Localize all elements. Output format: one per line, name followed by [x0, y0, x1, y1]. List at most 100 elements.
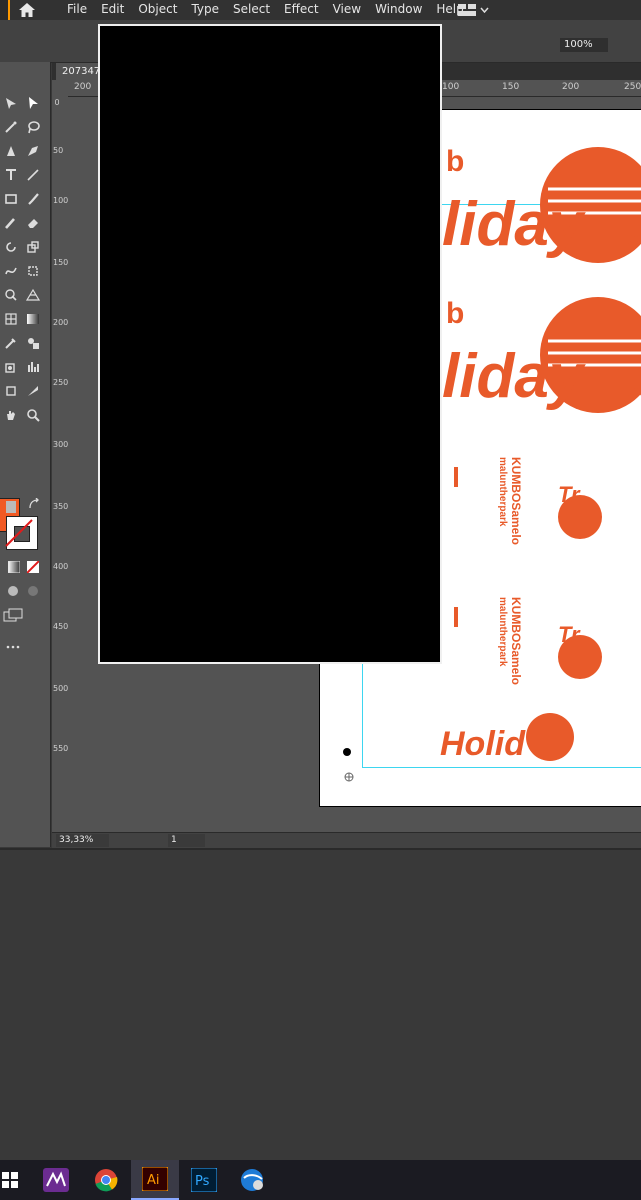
- eyedropper-tool[interactable]: [0, 332, 22, 354]
- ruler-label: 200: [562, 82, 580, 92]
- swap-fill-stroke-icon[interactable]: [28, 498, 40, 510]
- zoom-field[interactable]: 100%: [560, 38, 608, 52]
- photoshop-icon: Ps: [191, 1168, 217, 1192]
- blend-tool[interactable]: [22, 332, 44, 354]
- column-graph-icon: [28, 362, 39, 372]
- shape-builder-tool[interactable]: [0, 284, 22, 306]
- workspace-grid-icon: [458, 4, 476, 16]
- paintbrush-tool[interactable]: [22, 188, 44, 210]
- lasso-icon: [28, 121, 40, 134]
- selection-arrow-icon: [29, 97, 38, 109]
- eraser-tool[interactable]: [22, 212, 44, 234]
- ruler-corner[interactable]: [52, 80, 68, 96]
- free-transform-tool[interactable]: [22, 260, 44, 282]
- black-overlay-window[interactable]: [98, 24, 442, 664]
- logo-prefix: b: [446, 145, 464, 178]
- app-logo: [0, 0, 10, 20]
- vertical-ruler[interactable]: 0 50 100 150 200 250 300 350 400 450 500…: [52, 96, 69, 832]
- svg-text:Ps: Ps: [195, 1174, 210, 1189]
- workspace-switcher[interactable]: [458, 0, 500, 20]
- direct-selection-icon: [6, 98, 16, 109]
- taskbar-browser[interactable]: [229, 1160, 277, 1200]
- hand-icon: [7, 411, 15, 420]
- pen-tool[interactable]: [22, 140, 44, 162]
- type-tool[interactable]: [0, 164, 22, 186]
- mesh-icon: [5, 313, 17, 325]
- magic-wand-tool[interactable]: [0, 116, 22, 138]
- more-dots-icon: [6, 645, 20, 649]
- menu-bar: File Edit Object Type Select Effect View…: [0, 0, 641, 20]
- ruler-label: 500: [53, 684, 69, 693]
- artboard-icon: [6, 386, 16, 396]
- chevron-down-icon: [480, 7, 489, 13]
- magic-wand-icon: [5, 121, 17, 133]
- rectangle-icon: [5, 194, 17, 204]
- symbol-sprayer-icon: [5, 363, 15, 373]
- svg-text:maluntherpark: maluntherpark: [497, 457, 508, 527]
- menu-select[interactable]: Select: [226, 0, 277, 20]
- line-tool[interactable]: [22, 164, 44, 186]
- slice-tool[interactable]: [22, 380, 44, 402]
- ruler-label: 300: [53, 440, 69, 449]
- logo-prefix-2: b: [446, 297, 464, 330]
- menu-type[interactable]: Type: [184, 0, 226, 20]
- browser-icon: [241, 1169, 263, 1191]
- gradient-tool[interactable]: [22, 308, 44, 330]
- ruler-label: 100: [53, 196, 69, 205]
- menu-window[interactable]: Window: [368, 0, 429, 20]
- ruler-label: 250: [624, 82, 641, 92]
- taskbar-app-1[interactable]: [32, 1160, 80, 1200]
- symbol-sprayer-tool[interactable]: [0, 356, 22, 378]
- start-button[interactable]: [0, 1160, 34, 1200]
- screen-mode-icon: [3, 608, 23, 622]
- column-graph-tool[interactable]: [22, 356, 44, 378]
- status-zoom-field[interactable]: 33,33%: [56, 834, 109, 847]
- ruler-label: 200: [74, 82, 92, 92]
- draw-behind-button[interactable]: [22, 580, 44, 602]
- hand-tool[interactable]: [0, 404, 22, 426]
- selection-tool[interactable]: [22, 92, 44, 114]
- mini-logo-word: Tr: [558, 482, 581, 507]
- logo-suffix-2: .co: [620, 377, 641, 402]
- free-transform-icon: [28, 266, 38, 276]
- menu-edit[interactable]: Edit: [94, 0, 131, 20]
- warp-tool[interactable]: [0, 260, 22, 282]
- color-mode-button[interactable]: [0, 496, 22, 518]
- type-icon: [6, 169, 16, 180]
- zoom-tool[interactable]: [22, 404, 44, 426]
- ruler-label: 150: [53, 258, 69, 267]
- more-tools-button[interactable]: [2, 636, 24, 658]
- logo-word: liday: [442, 190, 587, 259]
- perspective-grid-icon: [26, 288, 40, 301]
- rotate-tool[interactable]: [0, 236, 22, 258]
- svg-text:Ai: Ai: [147, 1173, 160, 1188]
- artboard-tool[interactable]: [0, 380, 22, 402]
- menu-effect[interactable]: Effect: [277, 0, 326, 20]
- perspective-grid-tool[interactable]: [22, 284, 44, 306]
- none-mode-button[interactable]: [22, 556, 44, 578]
- home-button[interactable]: [14, 0, 40, 20]
- panel-divider: [0, 848, 641, 850]
- scale-tool[interactable]: [22, 236, 44, 258]
- label-vertical-1: KUMBOSamelo maluntherpark: [497, 457, 523, 545]
- ruler-label: 450: [53, 622, 69, 631]
- artboard-number-field[interactable]: 1: [168, 834, 205, 847]
- menu-object[interactable]: Object: [131, 0, 184, 20]
- mesh-tool[interactable]: [0, 308, 22, 330]
- taskbar-photoshop[interactable]: Ps: [180, 1160, 228, 1200]
- menu-view[interactable]: View: [326, 0, 368, 20]
- pen-tool-left[interactable]: [0, 140, 22, 162]
- draw-inside-button[interactable]: [2, 580, 24, 602]
- line-segment-icon: [27, 169, 39, 181]
- pencil-tool[interactable]: [0, 212, 22, 234]
- direct-selection-tool[interactable]: [0, 92, 22, 114]
- screen-mode-button[interactable]: [2, 604, 24, 626]
- artwork[interactable]: b liday .co b liday .co KUMBOSamelo malu…: [428, 137, 641, 797]
- lasso-tool[interactable]: [22, 116, 44, 138]
- taskbar-chrome[interactable]: [82, 1160, 130, 1200]
- shape-builder-icon: [5, 289, 17, 301]
- rectangle-tool[interactable]: [0, 188, 22, 210]
- taskbar-illustrator[interactable]: Ai: [131, 1160, 179, 1200]
- menu-file[interactable]: File: [60, 0, 94, 20]
- ruler-label: 250: [53, 378, 69, 387]
